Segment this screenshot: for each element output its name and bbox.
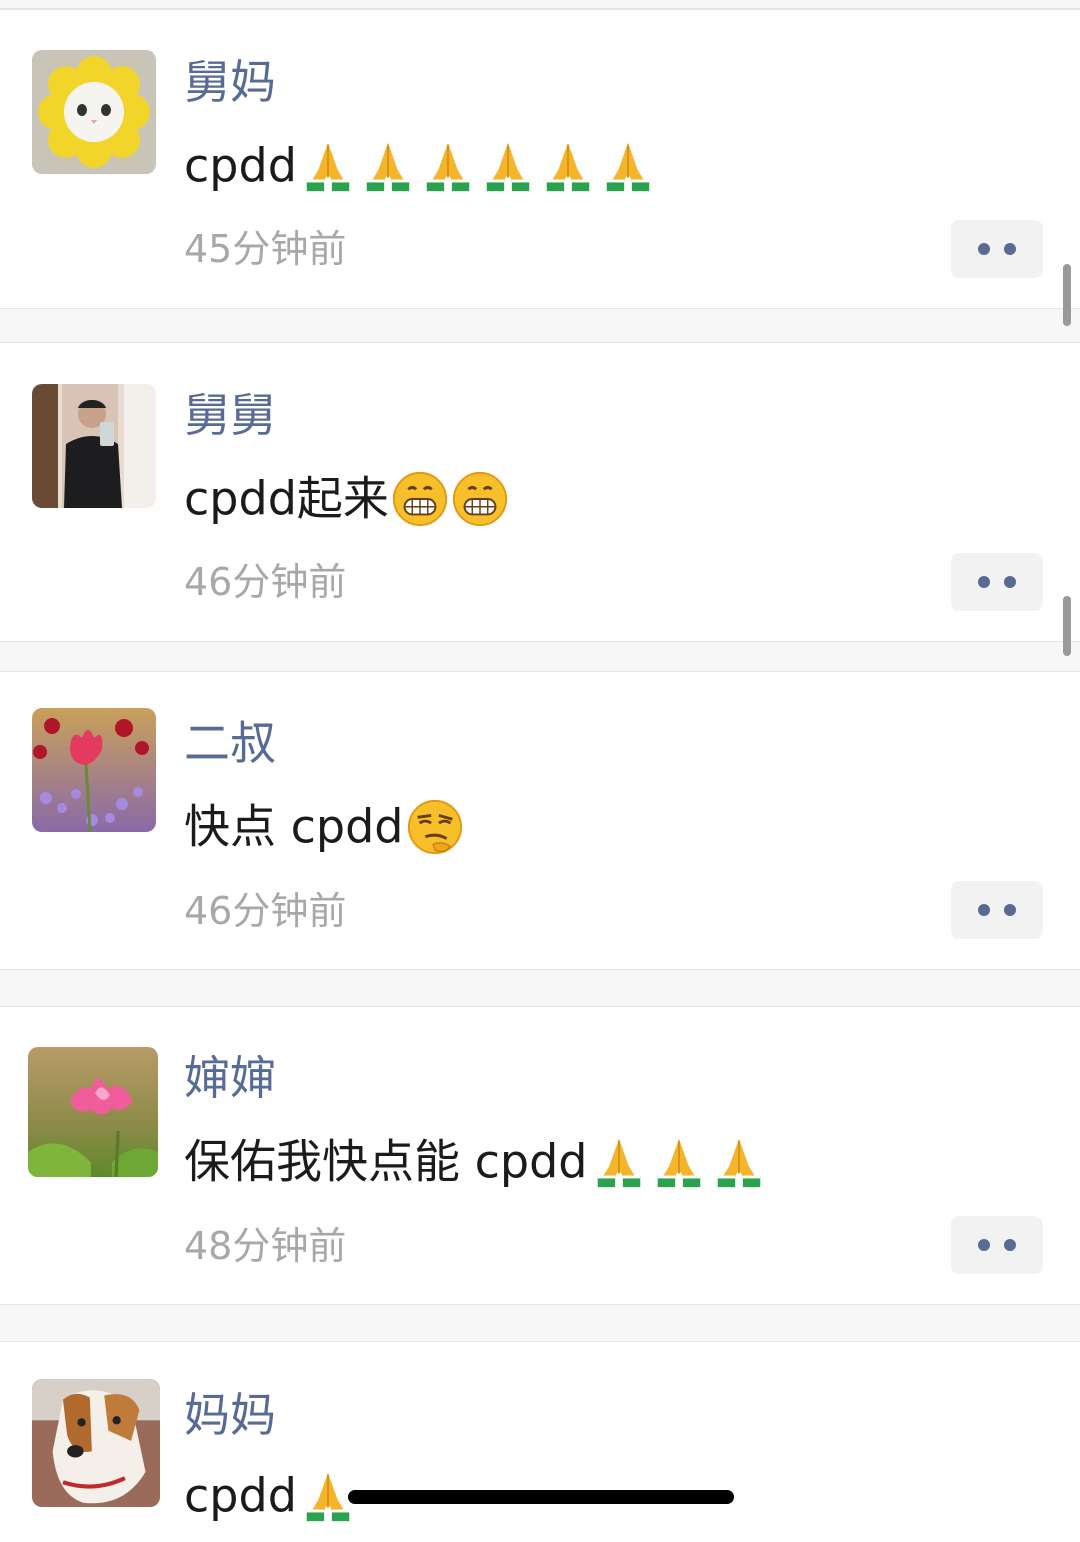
cat-sunflower-avatar[interactable] [32,50,156,174]
dot-icon [1004,1239,1016,1251]
timestamp: 46分钟前 [184,560,347,604]
scroll-indicator[interactable] [1063,596,1071,656]
pray-emoji-icon [539,137,597,195]
dot-icon [978,576,990,588]
pray-emoji-icon [590,1133,648,1191]
dot-icon [1004,904,1016,916]
dot-icon [978,1239,990,1251]
moment-text-content: 保佑我快点能 cpdd [184,1134,588,1189]
more-actions-button[interactable] [951,881,1043,939]
moment-card: 二叔 快点 cpdd 46分钟前 [0,671,1080,970]
more-actions-button[interactable] [951,220,1043,278]
timestamp: 46分钟前 [184,889,347,933]
author-name[interactable]: 舅舅 [184,385,276,445]
moment-text-content: cpdd [184,1468,297,1523]
pray-emoji-icon [299,137,357,195]
timestamp: 48分钟前 [184,1224,347,1268]
tulip-flower-avatar[interactable] [32,708,156,832]
home-indicator[interactable] [348,1490,734,1504]
moment-text: 保佑我快点能 cpdd [184,1128,768,1192]
more-actions-button[interactable] [951,553,1043,611]
pray-emoji-icon [650,1133,708,1191]
moment-text: 快点 cpdd [184,793,464,857]
smirk-think-emoji-icon [406,798,464,856]
moment-text: cpdd [184,1462,357,1526]
author-name[interactable]: 妈妈 [184,1385,276,1445]
moment-card: 舅舅 cpdd起来 46分钟前 [0,342,1080,642]
moment-text-content: cpdd起来 [184,471,389,526]
pray-emoji-icon [479,137,537,195]
pray-emoji-icon [710,1133,768,1191]
pray-emoji-icon [419,137,477,195]
moment-card: 舅妈 cpdd 45分钟前 [0,9,1080,309]
moment-card: 婶婶 保佑我快点能 cpdd 48分钟前 [0,1006,1080,1305]
lotus-flower-avatar[interactable] [28,1047,158,1177]
timestamp: 45分钟前 [184,227,347,271]
moments-feed: 舅妈 cpdd 45分钟前 舅舅 cpdd起来 46分钟前 二叔 快点 cpdd… [0,0,1080,1542]
author-name[interactable]: 舅妈 [184,52,276,112]
dot-icon [978,904,990,916]
pray-emoji-icon [599,137,657,195]
more-actions-button[interactable] [951,1216,1043,1274]
grimace-emoji-icon [451,470,509,528]
moment-card: 妈妈 cpdd [0,1341,1080,1542]
dog-avatar[interactable] [32,1379,160,1507]
moment-text-content: 快点 cpdd [184,799,404,854]
scroll-indicator[interactable] [1063,264,1071,326]
moment-text: cpdd起来 [184,465,509,529]
dot-icon [1004,576,1016,588]
dot-icon [1004,243,1016,255]
dot-icon [978,243,990,255]
pray-emoji-icon [359,137,417,195]
moment-text-content: cpdd [184,138,297,193]
man-selfie-avatar[interactable] [32,384,156,508]
grimace-emoji-icon [391,470,449,528]
author-name[interactable]: 婶婶 [184,1048,276,1108]
moment-text: cpdd [184,132,657,196]
author-name[interactable]: 二叔 [184,713,276,773]
